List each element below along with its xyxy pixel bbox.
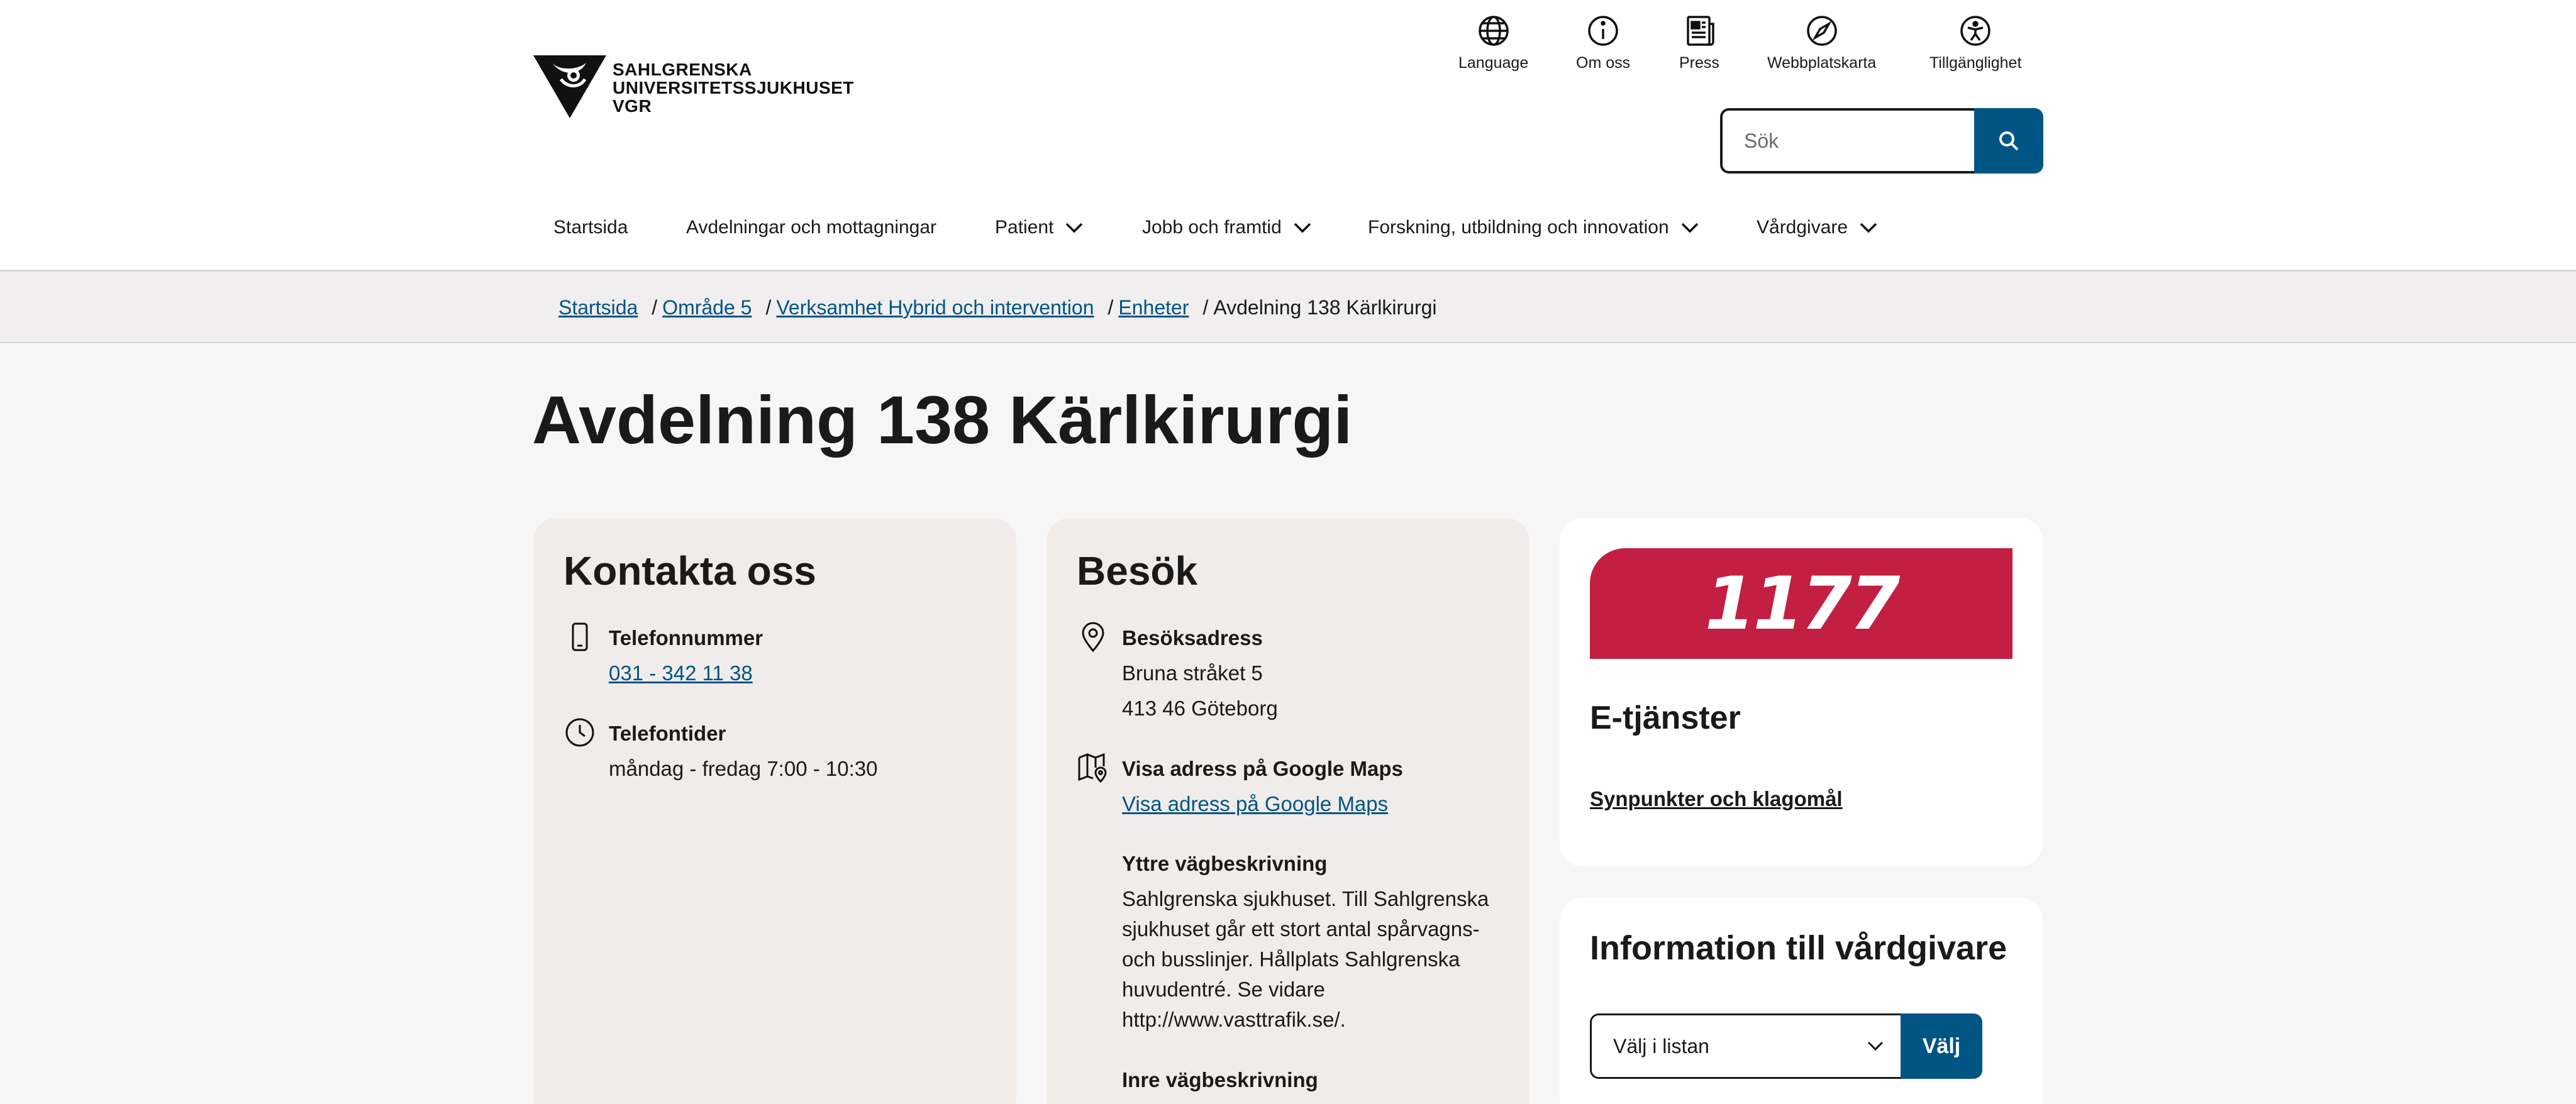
address-row: Besöksadress Bruna stråket 5 413 46 Göte…	[1077, 621, 1278, 726]
chevron-down-icon	[1867, 1041, 1884, 1051]
logo-1177-text: 1177	[1704, 561, 1901, 646]
util-om-oss[interactable]: Om oss	[1576, 14, 1630, 72]
chevron-down-icon	[1066, 223, 1083, 233]
address-label: Besöksadress	[1122, 626, 1263, 649]
map-pin-icon	[1082, 622, 1104, 653]
nav-avdelningar-label: Avdelningar och mottagningar	[686, 217, 937, 238]
provider-select-form: Välj i listan Välj	[1590, 1013, 1982, 1079]
util-webbplatskarta[interactable]: Webbplatskarta	[1767, 14, 1876, 72]
provider-info-title: Information till vårdgivare	[1590, 929, 2007, 967]
eservices-card: 1177 E-tjänster Synpunkter och klagomål	[1560, 518, 2043, 866]
breadcrumb: Startsida / Område 5 / Verksamhet Hybrid…	[0, 272, 2576, 343]
maps-row: Visa adress på Google Maps Visa adress p…	[1077, 751, 1403, 822]
logo-text: SAHLGRENSKA UNIVERSITETSSJUKHUSET VGR	[613, 60, 854, 115]
search-input[interactable]	[1720, 108, 1974, 174]
phone-label: Telefonnummer	[609, 626, 763, 649]
breadcrumb-current: Avdelning 138 Kärlkirurgi	[1213, 295, 1437, 319]
phone-link[interactable]: 031 - 342 11 38	[609, 661, 753, 685]
nav-forskning[interactable]: Forskning, utbildning och innovation	[1368, 209, 1699, 246]
hours-value: måndag - fredag 7:00 - 10:30	[609, 757, 878, 780]
search-button[interactable]	[1974, 108, 2043, 174]
map-icon	[1078, 753, 1107, 783]
clock-icon	[565, 718, 594, 747]
breadcrumb-list: Startsida / Område 5 / Verksamhet Hybrid…	[558, 272, 1437, 343]
globe-icon	[1478, 16, 1509, 46]
page-title: Avdelning 138 Kärlkirurgi	[532, 382, 1353, 458]
util-language[interactable]: Language	[1458, 14, 1528, 72]
search-form	[1720, 108, 2043, 174]
phone-row: Telefonnummer 031 - 342 11 38	[564, 621, 763, 691]
util-om-oss-label: Om oss	[1576, 54, 1631, 72]
newspaper-icon	[1687, 16, 1714, 46]
nav-vardgivare[interactable]: Vårdgivare	[1757, 209, 1878, 246]
provider-select-value: Välj i listan	[1613, 1034, 1709, 1057]
nav-patient[interactable]: Patient	[995, 209, 1084, 246]
breadcrumb-link-verksamhet[interactable]: Verksamhet Hybrid och intervention	[776, 296, 1094, 319]
util-press[interactable]: Press	[1679, 14, 1719, 72]
provider-info-card: Information till vårdgivare Välj i lista…	[1560, 898, 2043, 1104]
visit-title: Besök	[1077, 548, 1198, 593]
contact-card: Kontakta oss Telefonnummer 031 - 342 11 …	[533, 518, 1016, 1104]
logo-mark-icon	[533, 55, 606, 118]
phone-icon	[572, 622, 588, 651]
breadcrumb-separator: /	[1202, 295, 1209, 319]
maps-link[interactable]: Visa adress på Google Maps	[1122, 792, 1388, 815]
logo-line-2: UNIVERSITETSSJUKHUSET	[613, 78, 854, 97]
hours-label: Telefontider	[609, 722, 726, 745]
nav-startsida-label: Startsida	[553, 217, 628, 238]
outer-directions-label: Yttre vägbeskrivning	[1122, 852, 1328, 875]
util-press-label: Press	[1679, 54, 1719, 72]
chevron-down-icon	[1860, 223, 1877, 233]
logo-line-3: VGR	[613, 96, 652, 116]
site-logo[interactable]: SAHLGRENSKA UNIVERSITETSSJUKHUSET VGR	[533, 54, 853, 119]
breadcrumb-separator: /	[765, 295, 772, 319]
eservices-title: E-tjänster	[1590, 700, 1741, 736]
breadcrumb-link-startsida[interactable]: Startsida	[558, 296, 638, 319]
nav-jobb-label: Jobb och framtid	[1142, 217, 1282, 238]
info-icon	[1588, 16, 1618, 46]
nav-startsida[interactable]: Startsida	[553, 209, 628, 246]
hours-row: Telefontider måndag - fredag 7:00 - 10:3…	[564, 716, 877, 787]
search-icon	[1999, 131, 2019, 151]
eservices-feedback-link[interactable]: Synpunkter och klagomål	[1590, 787, 1843, 811]
logo-line-1: SAHLGRENSKA	[613, 60, 752, 79]
nav-patient-label: Patient	[995, 217, 1054, 238]
provider-select[interactable]: Välj i listan	[1590, 1013, 1901, 1079]
provider-select-button[interactable]: Välj	[1901, 1013, 1982, 1079]
nav-forskning-label: Forskning, utbildning och innovation	[1368, 217, 1669, 238]
util-language-label: Language	[1458, 54, 1529, 72]
nav-vardgivare-label: Vårdgivare	[1757, 217, 1848, 238]
nav-avdelningar[interactable]: Avdelningar och mottagningar	[686, 209, 936, 246]
util-webbplatskarta-label: Webbplatskarta	[1767, 54, 1877, 72]
breadcrumb-link-enheter[interactable]: Enheter	[1118, 296, 1189, 319]
visit-card: Besök Besöksadress Bruna stråket 5 413 4…	[1046, 518, 1530, 1104]
logo-1177[interactable]: 1177	[1590, 548, 2012, 659]
inner-directions-label: Inre vägbeskrivning	[1122, 1068, 1318, 1091]
breadcrumb-separator: /	[1108, 295, 1114, 319]
outer-directions-text: Sahlgrenska sjukhuset. Till Sahlgrenska …	[1122, 887, 1489, 1031]
breadcrumb-separator: /	[652, 295, 658, 319]
compass-icon	[1806, 16, 1837, 46]
utility-nav: Language Om oss Press Webbplatskarta Til…	[1446, 14, 2050, 77]
chevron-down-icon	[1681, 223, 1698, 233]
inner-directions: Inre vägbeskrivning	[1122, 1065, 1506, 1100]
accessibility-icon	[1960, 16, 1990, 46]
maps-label: Visa adress på Google Maps	[1122, 757, 1403, 780]
nav-jobb[interactable]: Jobb och framtid	[1142, 209, 1312, 246]
breadcrumb-link-omrade-5[interactable]: Område 5	[662, 296, 752, 319]
util-tillganglighet[interactable]: Tillgänglighet	[1929, 14, 2021, 72]
outer-directions: Yttre vägbeskrivning Sahlgrenska sjukhus…	[1122, 849, 1506, 1035]
address-line-1: Bruna stråket 5	[1122, 661, 1263, 685]
chevron-down-icon	[1294, 223, 1311, 233]
util-tillganglighet-label: Tillgänglighet	[1929, 54, 2022, 72]
site-header: SAHLGRENSKA UNIVERSITETSSJUKHUSET VGR La…	[0, 0, 2576, 272]
contact-title: Kontakta oss	[564, 548, 816, 593]
address-line-2: 413 46 Göteborg	[1122, 697, 1278, 720]
